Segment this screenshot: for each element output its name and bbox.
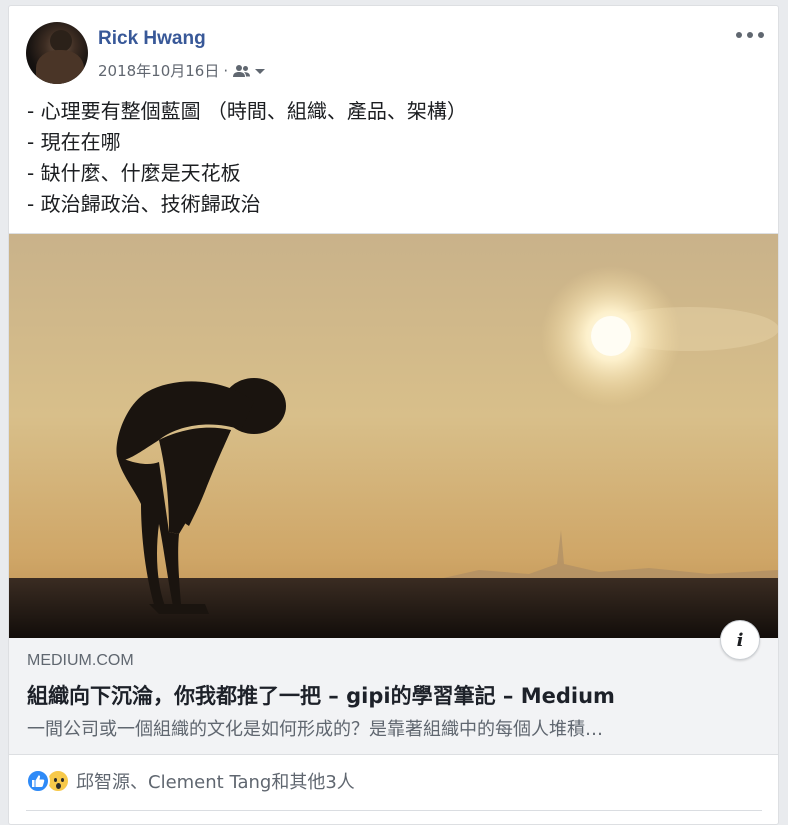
link-title[interactable]: 組織向下沉淪，你我都推了一把 – gipi的學習筆記 – Medium <box>27 680 615 710</box>
like-icon[interactable] <box>26 769 50 793</box>
post-line: - 現在在哪 <box>27 130 121 154</box>
reaction-names[interactable]: 邱智源、Clement Tang和其他3人 <box>76 768 355 794</box>
more-dots-icon[interactable] <box>736 26 764 44</box>
author-name[interactable]: Rick Hwang <box>98 28 206 50</box>
link-preview-image[interactable] <box>9 234 778 638</box>
link-description: 一間公司或一個組織的文化是如何形成的？是靠著組織中的每個人堆積… <box>27 719 603 740</box>
link-preview[interactable]: i MEDIUM.COM 組織向下沉淪，你我都推了一把 – gipi的學習筆記 … <box>9 233 778 755</box>
friends-icon[interactable] <box>232 64 266 78</box>
post-line: - 心理要有整個藍圖 （時間、組織、產品、架構） <box>27 99 467 123</box>
post-date[interactable]: 2018年10月16日 <box>98 60 219 81</box>
link-domain: MEDIUM.COM <box>27 652 134 669</box>
author-avatar[interactable] <box>26 22 88 84</box>
post-line: - 缺什麼、什麼是天花板 <box>27 161 241 185</box>
divider <box>26 810 762 811</box>
post-line: - 政治歸政治、技術歸政治 <box>27 192 261 216</box>
post-meta: 2018年10月16日 · <box>98 60 266 81</box>
reactions-summary[interactable]: 邱智源、Clement Tang和其他3人 <box>26 768 355 794</box>
post-text: - 心理要有整個藍圖 （時間、組織、產品、架構） - 現在在哪 - 缺什麼、什麼… <box>27 96 767 220</box>
post-card: Rick Hwang 2018年10月16日 · - 心理要有整個藍圖 （時間、… <box>8 5 779 825</box>
info-button[interactable]: i <box>720 620 760 660</box>
chevron-down-icon[interactable] <box>254 66 266 76</box>
meta-separator: · <box>223 61 229 80</box>
